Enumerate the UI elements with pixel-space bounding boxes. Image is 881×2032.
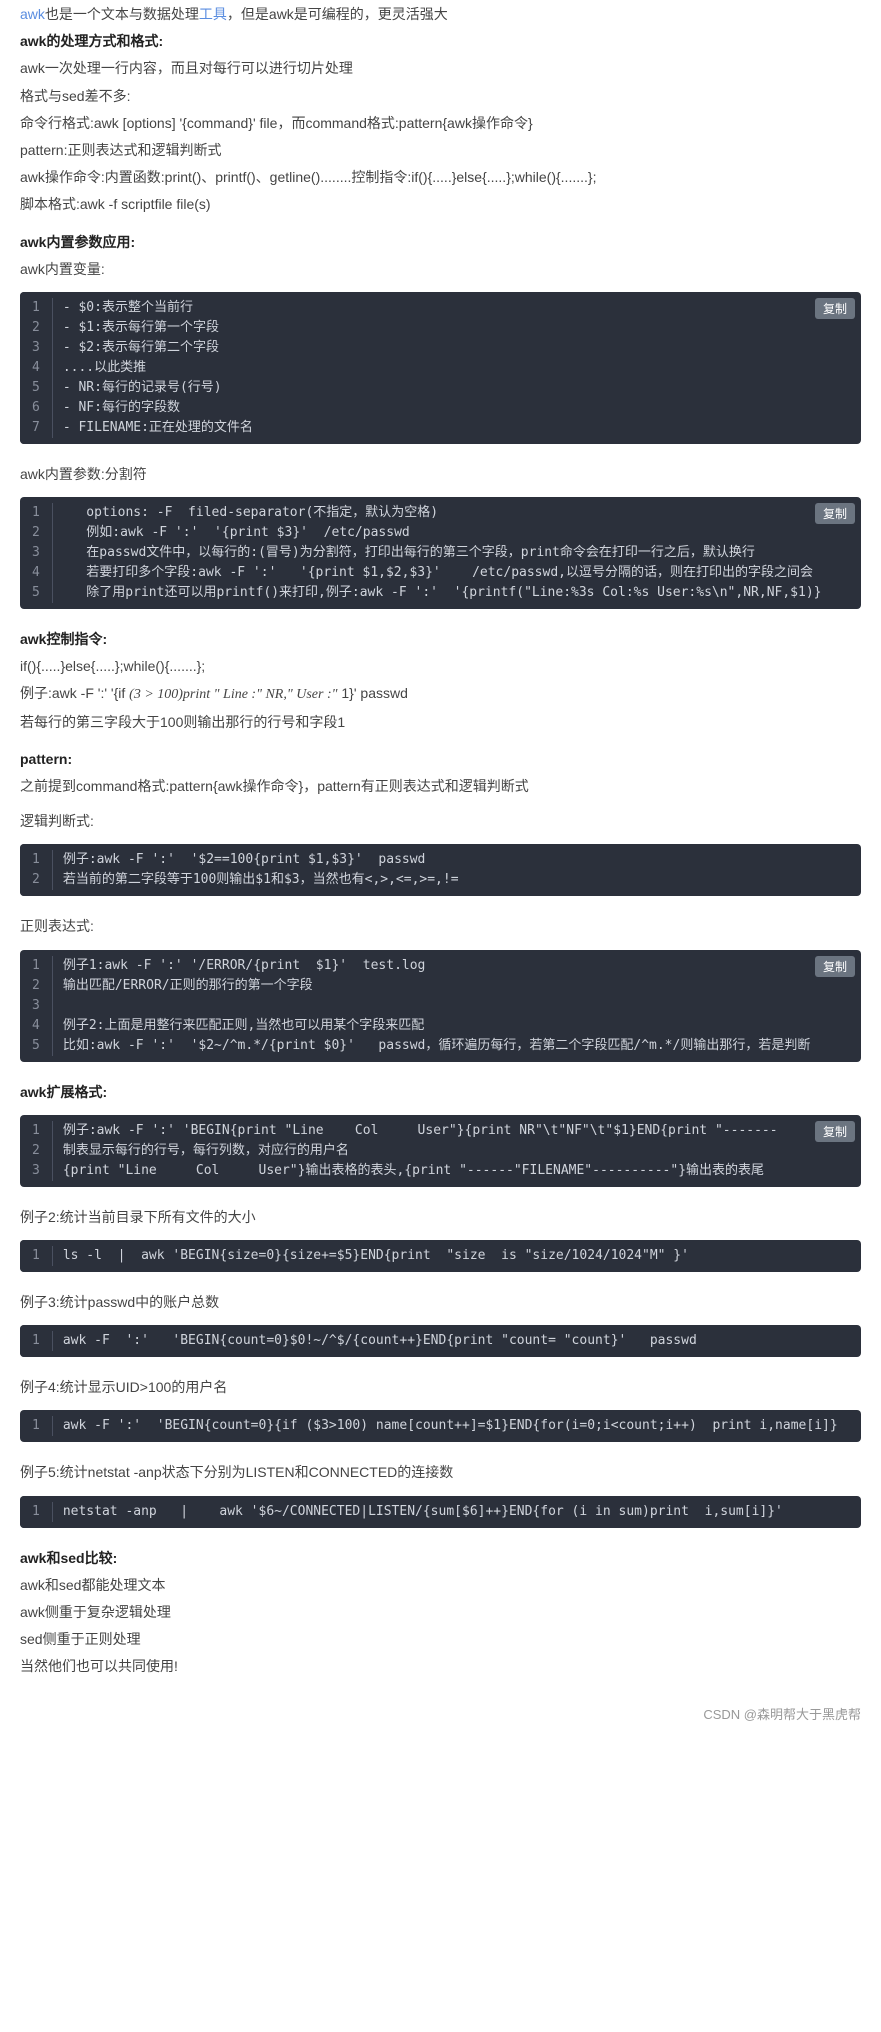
code-block-ex4: 1 awk -F ':' 'BEGIN{count=0}{if ($3>100)… [20, 1410, 861, 1442]
s6-l3: 当然他们也可以共同使用! [20, 1654, 861, 1679]
code-block-ex3: 1 awk -F ':' 'BEGIN{count=0}$0!~/^$/{cou… [20, 1325, 861, 1357]
s4-sub1: 逻辑判断式: [20, 809, 861, 834]
s1-l4: awk操作命令:内置函数:print()、printf()、getline().… [20, 165, 861, 190]
line-gutter: 123 [20, 1115, 53, 1187]
line-gutter: 1 [20, 1240, 53, 1272]
copy-button[interactable]: 复制 [815, 503, 855, 524]
line-gutter: 12 [20, 844, 53, 896]
s3-l2: 例子:awk -F ':' '{if (3 > 100)print " Line… [20, 681, 861, 707]
code-block-ex2: 1 ls -l | awk 'BEGIN{size=0}{size+=$5}EN… [20, 1240, 861, 1272]
section1-body: awk一次处理一行内容，而且对每行可以进行切片处理 格式与sed差不多: 命令行… [20, 56, 861, 217]
line-gutter: 1 [20, 1496, 53, 1528]
copy-button[interactable]: 复制 [815, 956, 855, 977]
line-gutter: 1 [20, 1410, 53, 1442]
code-block-ex5: 1 netstat -anp | awk '$6~/CONNECTED|LIST… [20, 1496, 861, 1528]
line-gutter: 12345 [20, 950, 53, 1062]
copy-button[interactable]: 复制 [815, 298, 855, 319]
s1-l1: 格式与sed差不多: [20, 84, 861, 109]
s1-l0: awk一次处理一行内容，而且对每行可以进行切片处理 [20, 56, 861, 81]
line-gutter: 1 [20, 1325, 53, 1357]
section2-title: awk内置参数应用: [20, 230, 861, 255]
awk-link[interactable]: awk [20, 6, 45, 22]
ex4-title: 例子4:统计显示UID>100的用户名 [20, 1375, 861, 1400]
s6-l1: awk侧重于复杂逻辑处理 [20, 1600, 861, 1625]
line-gutter: 1234567 [20, 292, 53, 444]
s6-l2: sed侧重于正则处理 [20, 1627, 861, 1652]
section6-title: awk和sed比较: [20, 1546, 861, 1571]
code-lines: 例子1:awk -F ':' '/ERROR/{print $1}' test.… [53, 950, 861, 1062]
code-lines: netstat -anp | awk '$6~/CONNECTED|LISTEN… [53, 1496, 861, 1528]
s4-l1: 之前提到command格式:pattern{awk操作命令}，pattern有正… [20, 774, 861, 799]
code-lines: - $0:表示整个当前行 - $1:表示每行第一个字段 - $2:表示每行第二个… [53, 292, 861, 444]
footer-author: @森明帮大于黑虎帮 [744, 1707, 861, 1722]
s1-l5: 脚本格式:awk -f scriptfile file(s) [20, 192, 861, 217]
section2-sub1: awk内置变量: [20, 257, 861, 282]
copy-button[interactable]: 复制 [815, 1121, 855, 1142]
section2-sub2: awk内置参数:分割符 [20, 462, 861, 487]
footer-source: CSDN [703, 1707, 740, 1722]
section5-title: awk扩展格式: [20, 1080, 861, 1105]
section1-title: awk的处理方式和格式: [20, 29, 861, 54]
ex3-title: 例子3:统计passwd中的账户总数 [20, 1290, 861, 1315]
code-lines: 例子:awk -F ':' '$2==100{print $1,$3}' pas… [53, 844, 861, 896]
s4-sub2: 正则表达式: [20, 914, 861, 939]
intro-text: awkawk也是一个文本与数据处理工具，但是awk是可编程的，更灵活强大也是一个… [20, 2, 861, 27]
code-lines: options: -F filed-separator(不指定，默认为空格) 例… [53, 497, 861, 609]
section3-title: awk控制指令: [20, 627, 861, 652]
code-block-ext1: 复制 123 例子:awk -F ':' 'BEGIN{print "Line … [20, 1115, 861, 1187]
ex2-title: 例子2:统计当前目录下所有文件的大小 [20, 1205, 861, 1230]
footer: CSDN @森明帮大于黑虎帮 [20, 1703, 861, 1738]
section4-title: pattern: [20, 747, 861, 772]
code-block-separator: 复制 12345 options: -F filed-separator(不指定… [20, 497, 861, 609]
code-lines: ls -l | awk 'BEGIN{size=0}{size+=$5}END{… [53, 1240, 861, 1272]
s1-l3: pattern:正则表达式和逻辑判断式 [20, 138, 861, 163]
code-lines: awk -F ':' 'BEGIN{count=0}$0!~/^$/{count… [53, 1325, 861, 1357]
s1-l2: 命令行格式:awk [options] '{command}' file，而co… [20, 111, 861, 136]
code-block-vars: 复制 1234567 - $0:表示整个当前行 - $1:表示每行第一个字段 -… [20, 292, 861, 444]
code-block-regex: 复制 12345 例子1:awk -F ':' '/ERROR/{print $… [20, 950, 861, 1062]
s3-l3: 若每行的第三字段大于100则输出那行的行号和字段1 [20, 710, 861, 735]
code-block-logic: 12 例子:awk -F ':' '$2==100{print $1,$3}' … [20, 844, 861, 896]
code-lines: 例子:awk -F ':' 'BEGIN{print "Line Col Use… [53, 1115, 861, 1187]
code-lines: awk -F ':' 'BEGIN{count=0}{if ($3>100) n… [53, 1410, 861, 1442]
ex5-title: 例子5:统计netstat -anp状态下分别为LISTEN和CONNECTED… [20, 1460, 861, 1485]
s6-l0: awk和sed都能处理文本 [20, 1573, 861, 1598]
tool-link[interactable]: 工具 [199, 6, 227, 22]
line-gutter: 12345 [20, 497, 53, 609]
s3-l1: if(){.....}else{.....};while(){.......}; [20, 654, 861, 679]
